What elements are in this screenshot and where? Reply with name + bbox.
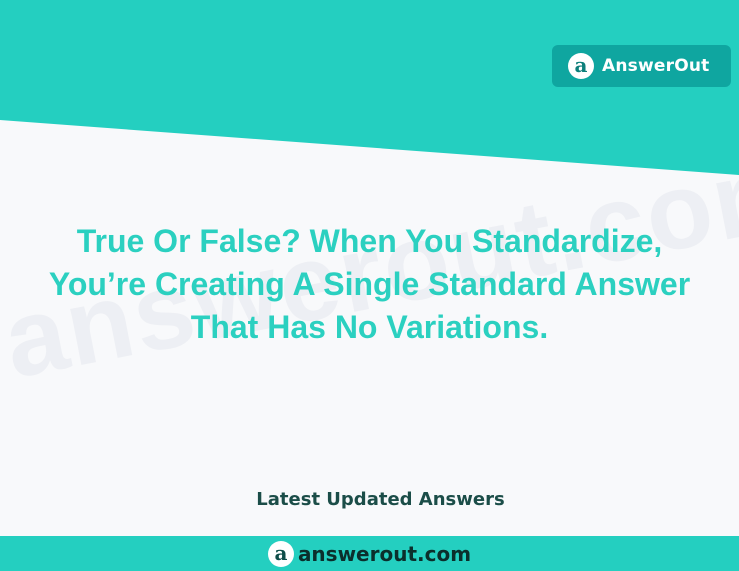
question-line-1: True Or False? When You Standardize, bbox=[76, 223, 663, 259]
footer-bar[interactable]: a answerout.com bbox=[0, 536, 739, 571]
answerout-badge[interactable]: a AnswerOut bbox=[552, 45, 731, 87]
brand-name: AnswerOut bbox=[602, 56, 710, 76]
question-title: True Or False? When You Standardize, You… bbox=[0, 220, 739, 349]
footer-site-link[interactable]: answerout.com bbox=[298, 542, 471, 566]
latest-answers-heading: Latest Updated Answers bbox=[256, 489, 505, 510]
question-line-3: That Has No Variations. bbox=[190, 309, 549, 345]
footer-logo-letter: a bbox=[274, 540, 288, 565]
footer-logo-icon: a bbox=[267, 540, 294, 567]
question-line-2: You’re Creating A Single Standard Answer bbox=[48, 266, 691, 302]
logo-letter: a bbox=[574, 53, 588, 77]
answerout-logo-icon: a bbox=[568, 53, 594, 79]
